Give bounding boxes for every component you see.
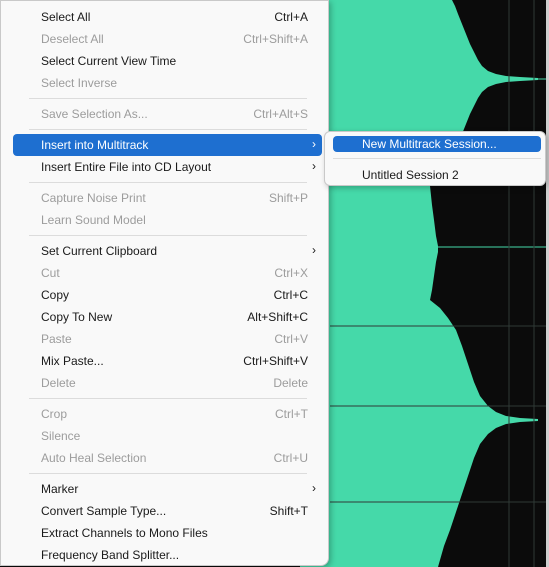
menu-item-shortcut: Ctrl+U [273,451,308,465]
menu-item-shortcut: Ctrl+X [274,266,308,280]
menu-item-label: Marker [41,482,79,496]
menu-item-insert-entire-file-into-cd-layout[interactable]: Insert Entire File into CD Layout › [13,156,322,178]
menu-item-save-selection-as: Save Selection As... Ctrl+Alt+S [13,103,322,125]
menu-item-shortcut: Ctrl+C [273,288,308,302]
menu-item-shortcut: Delete [273,376,308,390]
menu-item-learn-sound-model: Learn Sound Model [13,209,322,231]
menu-item-crop: Crop Ctrl+T [13,403,322,425]
submenu-item-label: Untitled Session 2 [362,168,459,182]
menu-separator [29,398,307,399]
menu-item-silence: Silence [13,425,322,447]
menu-item-label: Delete [41,376,76,390]
menu-item-copy-to-new[interactable]: Copy To New Alt+Shift+C [13,306,322,328]
menu-item-label: Copy To New [41,310,113,324]
menu-item-extract-channels-to-mono-files[interactable]: Extract Channels to Mono Files [13,522,322,544]
menu-item-deselect-all: Deselect All Ctrl+Shift+A [13,28,322,50]
menu-separator [29,473,307,474]
menu-item-label: Paste [41,332,72,346]
menu-item-label: Cut [41,266,60,280]
context-menu: Select All Ctrl+A Deselect All Ctrl+Shif… [0,0,329,566]
menu-item-copy[interactable]: Copy Ctrl+C [13,284,322,306]
menu-separator [29,129,307,130]
menu-item-label: Extract Channels to Mono Files [41,526,208,540]
menu-item-frequency-band-splitter[interactable]: Frequency Band Splitter... [13,544,322,566]
menu-item-paste: Paste Ctrl+V [13,328,322,350]
insert-into-multitrack-submenu: New Multitrack Session... Untitled Sessi… [324,131,546,186]
menu-separator [333,158,541,159]
menu-item-shortcut: Alt+Shift+C [247,310,308,324]
menu-separator [29,98,307,99]
menu-item-capture-noise-print: Capture Noise Print Shift+P [13,187,322,209]
menu-item-label: Convert Sample Type... [41,504,167,518]
menu-item-label: Silence [41,429,81,443]
chevron-right-icon: › [312,159,316,173]
menu-item-shortcut: Ctrl+T [275,407,308,421]
menu-item-label: Save Selection As... [41,107,148,121]
menu-item-marker[interactable]: Marker › [13,478,322,500]
menu-item-label: Mix Paste... [41,354,104,368]
menu-item-shortcut: Ctrl+Shift+V [243,354,308,368]
menu-item-shortcut: Ctrl+Alt+S [253,107,308,121]
menu-item-label: Frequency Band Splitter... [41,548,180,562]
chevron-right-icon: › [312,243,316,257]
menu-item-label: Copy [41,288,70,302]
menu-item-label: Select Current View Time [41,54,177,68]
menu-item-label: Auto Heal Selection [41,451,147,465]
menu-separator [29,235,307,236]
menu-item-label: Insert into Multitrack [41,138,149,152]
menu-item-select-current-view-time[interactable]: Select Current View Time [13,50,322,72]
menu-item-label: Select Inverse [41,76,118,90]
menu-item-label: Crop [41,407,68,421]
menu-item-label: Select All [41,10,91,24]
menu-item-select-inverse: Select Inverse [13,72,322,94]
menu-item-shortcut: Shift+P [268,191,308,205]
menu-item-shortcut: Shift+T [269,504,308,518]
menu-item-label: Capture Noise Print [41,191,146,205]
menu-item-cut: Cut Ctrl+X [13,262,322,284]
menu-item-set-current-clipboard[interactable]: Set Current Clipboard › [13,240,322,262]
menu-item-convert-sample-type[interactable]: Convert Sample Type... Shift+T [13,500,322,522]
menu-item-mix-paste[interactable]: Mix Paste... Ctrl+Shift+V [13,350,322,372]
submenu-item-new-multitrack-session[interactable]: New Multitrack Session... [333,136,541,152]
menu-item-label: Learn Sound Model [41,213,146,227]
submenu-item-label: New Multitrack Session... [362,137,497,151]
chevron-right-icon: › [312,481,316,495]
chevron-right-icon: › [312,137,316,151]
menu-item-insert-into-multitrack[interactable]: Insert into Multitrack › [13,134,322,156]
menu-item-shortcut: Ctrl+Shift+A [243,32,308,46]
menu-item-auto-heal-selection: Auto Heal Selection Ctrl+U [13,447,322,469]
menu-item-label: Deselect All [41,32,104,46]
menu-item-label: Set Current Clipboard [41,244,158,258]
menu-item-select-all[interactable]: Select All Ctrl+A [13,6,322,28]
menu-separator [29,182,307,183]
menu-item-label: Insert Entire File into CD Layout [41,160,212,174]
menu-item-delete: Delete Delete [13,372,322,394]
menu-item-shortcut: Ctrl+A [274,10,308,24]
menu-item-shortcut: Ctrl+V [274,332,308,346]
submenu-item-untitled-session-2[interactable]: Untitled Session 2 [333,167,541,183]
